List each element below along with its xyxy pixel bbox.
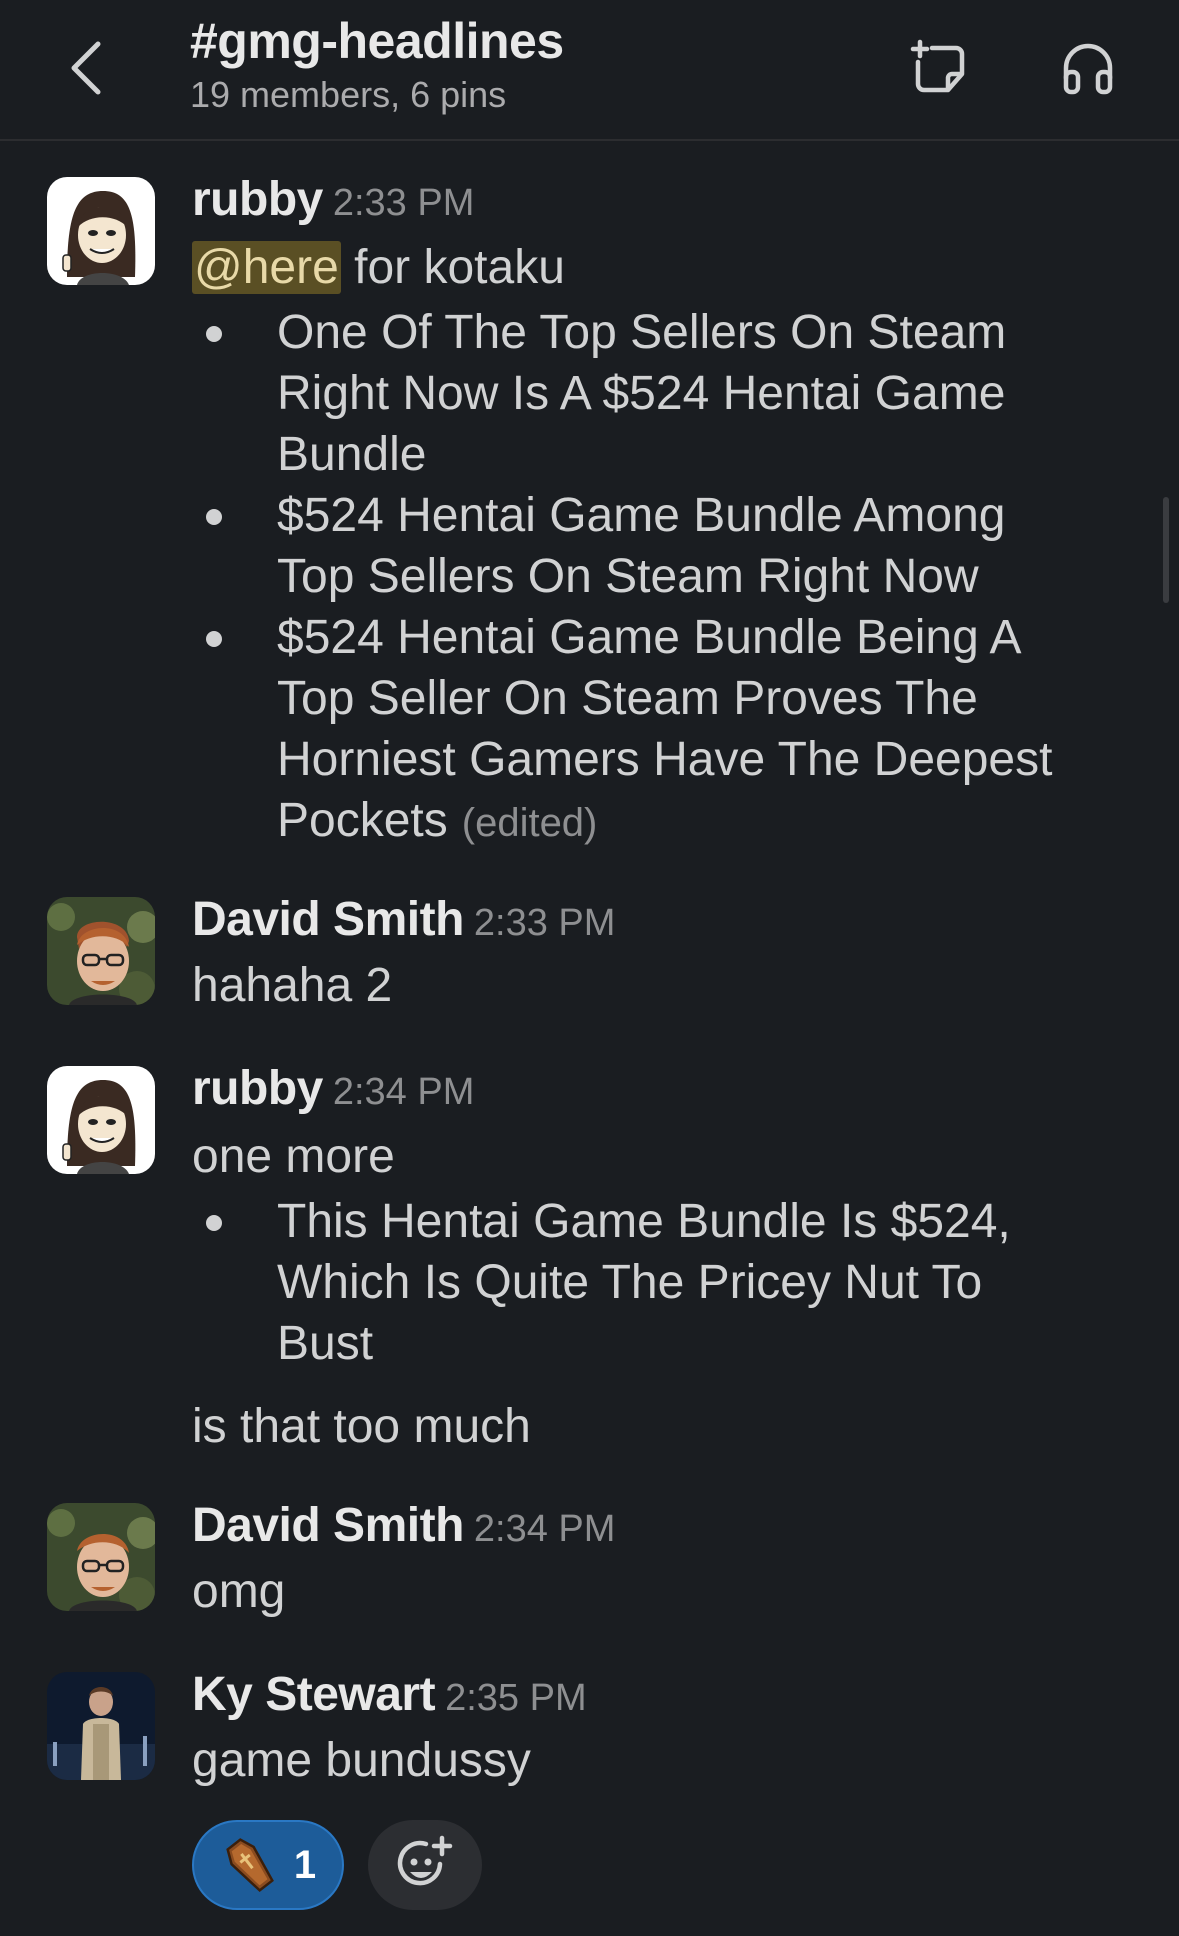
timestamp[interactable]: 2:35 PM	[445, 1677, 587, 1719]
back-chevron-icon	[71, 41, 101, 95]
add-reaction-button[interactable]	[368, 1820, 482, 1910]
list-item-text: One Of The Top Sellers On Steam Right No…	[277, 306, 1007, 481]
coffin-emoji-icon	[226, 1838, 274, 1893]
bullet-list: One Of The Top Sellers On Steam Right No…	[192, 302, 1067, 854]
here-mention[interactable]: @here	[192, 241, 341, 294]
message-text: one more	[192, 1130, 395, 1183]
list-item-text: $524 Hentai Game Bundle Being A Top Sell…	[277, 611, 1053, 847]
message-text: omg	[192, 1565, 286, 1618]
photo-man-standing-avatar-icon	[47, 1672, 155, 1780]
author-name[interactable]: rubby	[192, 1062, 323, 1115]
timestamp[interactable]: 2:34 PM	[333, 1071, 475, 1113]
avatar[interactable]	[47, 1066, 155, 1174]
author-name[interactable]: David Smith	[192, 893, 464, 946]
avatar[interactable]	[47, 897, 155, 1005]
edited-label: (edited)	[461, 801, 598, 845]
timestamp[interactable]: 2:33 PM	[474, 902, 616, 944]
scrollbar[interactable]	[1163, 497, 1169, 603]
channel-title[interactable]: #gmg-headlines	[190, 12, 564, 70]
new-canvas-icon	[910, 39, 965, 93]
list-item: $524 Hentai Game Bundle Among Top Seller…	[192, 485, 1067, 607]
headphones-icon	[1063, 43, 1113, 95]
new-canvas-button[interactable]	[908, 36, 972, 100]
author-name[interactable]: rubby	[192, 173, 323, 226]
bullet-dot	[206, 326, 222, 342]
message-text: @here for kotaku	[192, 240, 565, 295]
bullet-dot	[206, 631, 222, 647]
bullet-list: This Hentai Game Bundle Is $524, Which I…	[192, 1191, 1067, 1374]
bullet-dot	[206, 509, 222, 525]
photo-man-glasses-avatar-icon	[47, 897, 155, 1005]
avatar[interactable]	[47, 1672, 155, 1780]
back-button[interactable]	[54, 32, 118, 104]
list-item: One Of The Top Sellers On Steam Right No…	[192, 302, 1067, 485]
message-text: hahaha 2	[192, 959, 393, 1012]
message-text-rest: for kotaku	[340, 241, 565, 294]
list-item-text: $524 Hentai Game Bundle Among Top Seller…	[277, 489, 1006, 603]
cartoon-woman-avatar-icon	[47, 1066, 155, 1174]
reaction-count: 1	[293, 1842, 317, 1887]
timestamp[interactable]: 2:33 PM	[333, 182, 475, 224]
message-text-followup: is that too much	[192, 1400, 531, 1453]
add-emoji-icon	[397, 1835, 453, 1886]
channel-header: #gmg-headlines 19 members, 6 pins	[0, 0, 1179, 141]
list-item: $524 Hentai Game Bundle Being A Top Sell…	[192, 607, 1067, 854]
bullet-dot	[206, 1215, 222, 1231]
reaction-pill[interactable]: 1	[192, 1820, 344, 1910]
timestamp[interactable]: 2:34 PM	[474, 1508, 616, 1550]
author-name[interactable]: David Smith	[192, 1499, 464, 1552]
message-text: game bundussy	[192, 1734, 531, 1787]
list-item-text: This Hentai Game Bundle Is $524, Which I…	[277, 1195, 1011, 1370]
list-item: This Hentai Game Bundle Is $524, Which I…	[192, 1191, 1067, 1374]
avatar[interactable]	[47, 177, 155, 285]
avatar[interactable]	[47, 1503, 155, 1611]
huddle-button[interactable]	[1056, 36, 1120, 100]
cartoon-woman-avatar-icon	[47, 177, 155, 285]
photo-man-glasses-avatar-icon	[47, 1503, 155, 1611]
channel-subtitle[interactable]: 19 members, 6 pins	[190, 74, 506, 116]
author-name[interactable]: Ky Stewart	[192, 1668, 436, 1721]
